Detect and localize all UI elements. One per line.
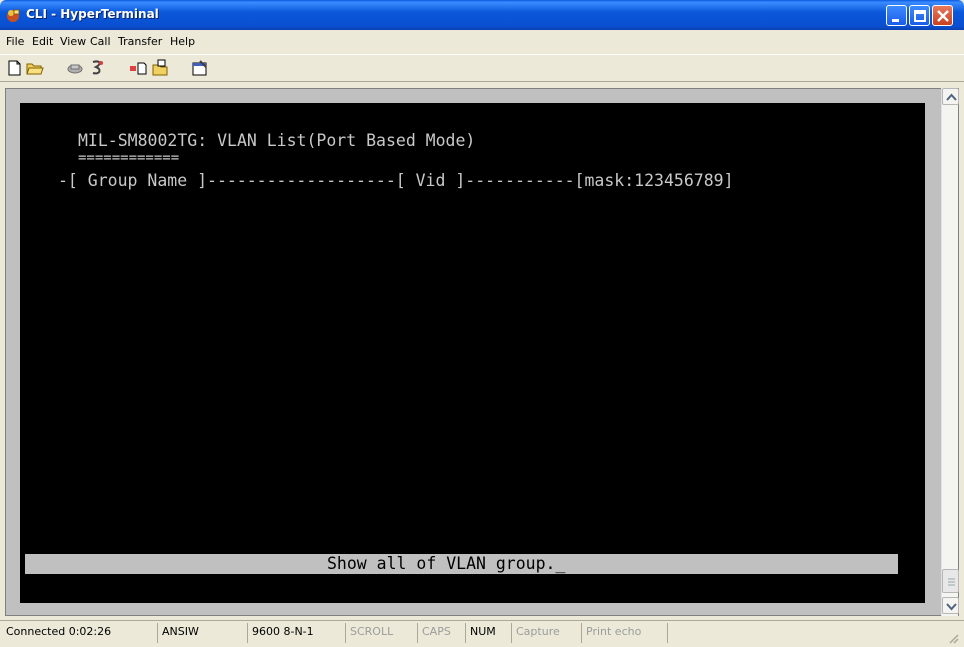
vertical-scrollbar[interactable]	[941, 88, 959, 616]
window-title: CLI - HyperTerminal	[26, 7, 159, 21]
terminal-screen[interactable]: MIL-SM8002TG: VLAN List(Port Based Mode)…	[20, 103, 925, 603]
menu-transfer[interactable]: Transfer	[118, 35, 162, 48]
dial-icon[interactable]	[88, 59, 108, 77]
status-print-echo: Print echo	[582, 623, 668, 643]
status-capture: Capture	[512, 623, 582, 643]
properties-icon[interactable]	[190, 59, 210, 77]
disconnect-icon[interactable]	[66, 59, 86, 77]
status-scroll: SCROLL	[346, 623, 418, 643]
status-port-settings: 9600 8-N-1	[248, 623, 346, 643]
status-caps: CAPS	[418, 623, 466, 643]
menu-file[interactable]: File	[6, 35, 24, 48]
resize-grip-icon[interactable]	[946, 631, 960, 645]
terminal-cursor: _	[555, 554, 566, 573]
new-connection-icon[interactable]	[5, 59, 25, 77]
terminal-status-message: Show all of VLAN group._	[327, 554, 566, 573]
scrollbar-thumb[interactable]	[942, 569, 959, 593]
menu-view[interactable]: View	[60, 35, 86, 48]
open-icon[interactable]	[25, 59, 45, 77]
receive-icon[interactable]	[150, 59, 170, 77]
status-connected: Connected 0:02:26	[2, 623, 158, 643]
title-bar[interactable]: CLI - HyperTerminal	[0, 0, 964, 30]
vlan-table-header: -[ Group Name ]-------------------[ Vid …	[58, 171, 734, 190]
terminal-title-underline: ============	[78, 150, 180, 166]
menu-call[interactable]: Call	[90, 35, 111, 48]
status-bar: Connected 0:02:26 ANSIW 9600 8-N-1 SCROL…	[0, 620, 964, 647]
close-button[interactable]	[932, 5, 953, 26]
toolbar	[0, 54, 964, 82]
status-num: NUM	[466, 623, 512, 643]
minimize-button[interactable]	[886, 5, 907, 26]
maximize-button[interactable]	[909, 5, 930, 26]
terminal-status-strip: Show all of VLAN group._	[25, 554, 898, 574]
hyperterminal-icon[interactable]	[5, 7, 21, 23]
scroll-up-button[interactable]	[942, 88, 959, 105]
menu-bar: File Edit View Call Transfer Help	[0, 30, 964, 52]
status-emulation: ANSIW	[158, 623, 248, 643]
scroll-down-button[interactable]	[942, 597, 959, 614]
send-icon[interactable]	[128, 59, 148, 77]
menu-help[interactable]: Help	[170, 35, 195, 48]
menu-edit[interactable]: Edit	[32, 35, 53, 48]
